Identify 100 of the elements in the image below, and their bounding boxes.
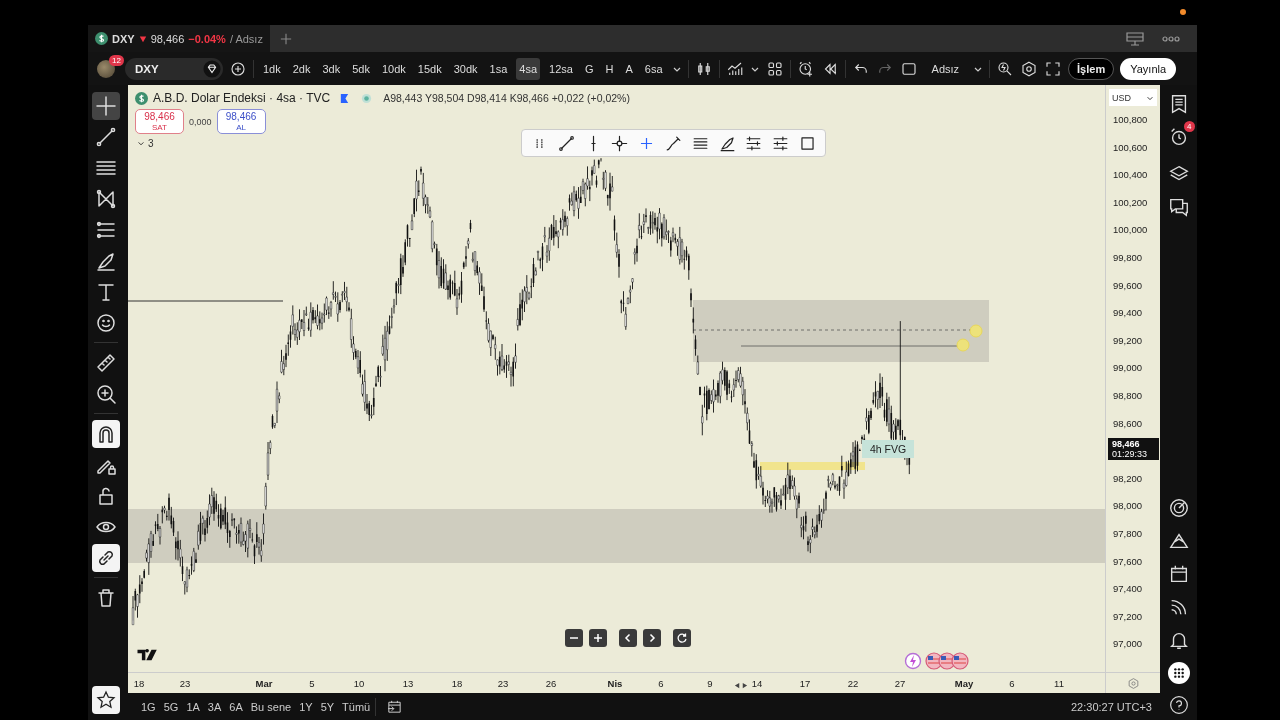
market-status-icon — [361, 92, 373, 104]
price-label: 97,600 — [1113, 555, 1143, 567]
publish-button[interactable]: Yayınla — [1120, 57, 1177, 80]
symbol-search-field[interactable]: DXY — [125, 57, 223, 80]
price-label: 97,400 — [1113, 583, 1143, 595]
alarm-add-icon[interactable] — [796, 59, 815, 78]
interval-button[interactable]: 10dk — [379, 57, 409, 80]
link-icon[interactable] — [92, 543, 120, 572]
time-label: 5 — [309, 678, 315, 689]
bar-countdown: 01:29:33 — [1112, 449, 1149, 460]
price-label: 99,800 — [1113, 252, 1143, 263]
interval-button[interactable]: H — [602, 57, 617, 80]
time-label: 9 — [707, 678, 713, 689]
spread-value: 0,000 — [189, 116, 212, 127]
time-label: 18 — [451, 678, 463, 689]
apps-icon[interactable] — [1167, 662, 1190, 684]
scroll-right-icon[interactable] — [643, 629, 661, 647]
magnet-icon[interactable] — [92, 419, 120, 448]
buy-button[interactable]: 98,466 AL — [216, 109, 266, 134]
time-label: 23 — [179, 678, 191, 689]
last-price: 98,466 — [1112, 438, 1141, 449]
chat-icon[interactable] — [1167, 196, 1190, 218]
interval-button[interactable]: 6sa — [641, 57, 666, 80]
price-label: 98,000 — [1113, 500, 1143, 512]
indicators-toggle[interactable]: 3 — [135, 138, 156, 149]
trendline-icon[interactable] — [556, 133, 576, 153]
zone-label[interactable]: 4h FVG — [862, 440, 915, 458]
interval-button[interactable]: 12sa — [546, 57, 576, 80]
range-button[interactable]: 5G — [160, 697, 182, 716]
node-icon[interactable] — [610, 133, 630, 153]
time-label: 11 — [1054, 678, 1064, 689]
time-label: 23 — [497, 678, 509, 689]
time-label: 26 — [545, 678, 557, 689]
symbol-title[interactable]: A.B.D. Dolar Endeksi · 4sa · TVC — [153, 91, 331, 105]
fullscreen-icon[interactable] — [1044, 59, 1063, 78]
interval-button[interactable]: 5dk — [349, 57, 373, 80]
flag-icon[interactable] — [339, 92, 351, 104]
calendar-icon[interactable] — [386, 698, 404, 715]
help-icon[interactable] — [1168, 695, 1189, 715]
chart-tab[interactable]: DXY 98,466 −0.04% / Adsız — [88, 25, 270, 52]
crosshair-icon[interactable] — [92, 91, 120, 120]
layout-grid-icon[interactable] — [765, 59, 784, 78]
range-button[interactable]: 1G — [138, 697, 159, 716]
range-button[interactable]: Bu sene — [247, 697, 295, 716]
anchor-dot[interactable] — [969, 324, 983, 338]
price-label: 99,600 — [1113, 279, 1143, 291]
price-label: 100,400 — [1113, 169, 1148, 181]
price-label: 99,200 — [1113, 334, 1143, 346]
sell-button[interactable]: 98,466 SAT — [135, 109, 184, 134]
target-icon[interactable] — [1167, 497, 1190, 519]
time-label: 6 — [658, 678, 664, 689]
interval-button[interactable]: 2dk — [289, 57, 314, 80]
time-label: 6 — [1009, 678, 1015, 689]
price-label: 98,600 — [1113, 417, 1143, 429]
zoom-out-icon[interactable] — [565, 629, 583, 647]
layout-name[interactable]: Adsız — [923, 62, 968, 75]
interval-button[interactable]: 30dk — [450, 57, 481, 80]
time-label: Mar — [255, 678, 273, 689]
range-button[interactable]: 6A — [226, 697, 246, 716]
interval-button[interactable]: 4sa — [516, 57, 541, 80]
price-label: 97,800 — [1113, 528, 1143, 539]
alerts-badge: 4 — [1184, 121, 1195, 132]
currency-dropdown[interactable]: USD — [1109, 89, 1157, 106]
trade-button[interactable]: İşlem — [1068, 57, 1115, 80]
caret-icon — [137, 139, 145, 148]
interval-button[interactable]: 3dk — [319, 57, 344, 80]
time-label: 22 — [847, 678, 859, 689]
time-label: Nis — [607, 678, 623, 689]
range-button[interactable]: 5Y — [317, 697, 338, 716]
price-label: 99,000 — [1113, 362, 1143, 374]
interval-button[interactable]: 1sa — [486, 57, 511, 80]
scroll-left-icon[interactable] — [619, 629, 637, 647]
currency-icon — [95, 32, 108, 45]
clock: 22:30:27 UTC+3 — [1070, 700, 1152, 713]
monitor-icon[interactable] — [1125, 30, 1145, 47]
reset-icon[interactable] — [673, 629, 691, 647]
price-label: 99,400 — [1113, 307, 1143, 319]
add-icon[interactable] — [229, 59, 247, 78]
time-label: 17 — [799, 678, 811, 689]
interval-button[interactable]: 1dk — [260, 57, 284, 80]
price-label: 100,600 — [1113, 141, 1148, 153]
time-label: 10 — [353, 678, 365, 689]
price-label: 100,800 — [1113, 114, 1148, 125]
range-button[interactable]: 3A — [204, 697, 225, 716]
settings-icon[interactable] — [1020, 59, 1039, 78]
scroll-arrows-icon[interactable] — [734, 682, 748, 689]
interval-button[interactable]: A — [622, 57, 636, 80]
interval-button[interactable]: 15dk — [414, 57, 445, 80]
price-label: 97,000 — [1113, 638, 1143, 650]
interval-button[interactable]: G — [581, 57, 597, 80]
price-label: 98,800 — [1113, 390, 1143, 401]
range-button[interactable]: 1A — [183, 697, 203, 716]
anchor-dot[interactable] — [956, 338, 970, 352]
time-label: 27 — [894, 678, 906, 689]
range-button[interactable]: 1Y — [296, 697, 316, 716]
price-label: 97,200 — [1113, 610, 1143, 622]
zoom-in-icon[interactable] — [589, 629, 607, 647]
new-tab-icon[interactable] — [280, 32, 292, 45]
range-button[interactable]: Tümü — [339, 697, 374, 716]
notification-badge: 12 — [109, 55, 124, 66]
